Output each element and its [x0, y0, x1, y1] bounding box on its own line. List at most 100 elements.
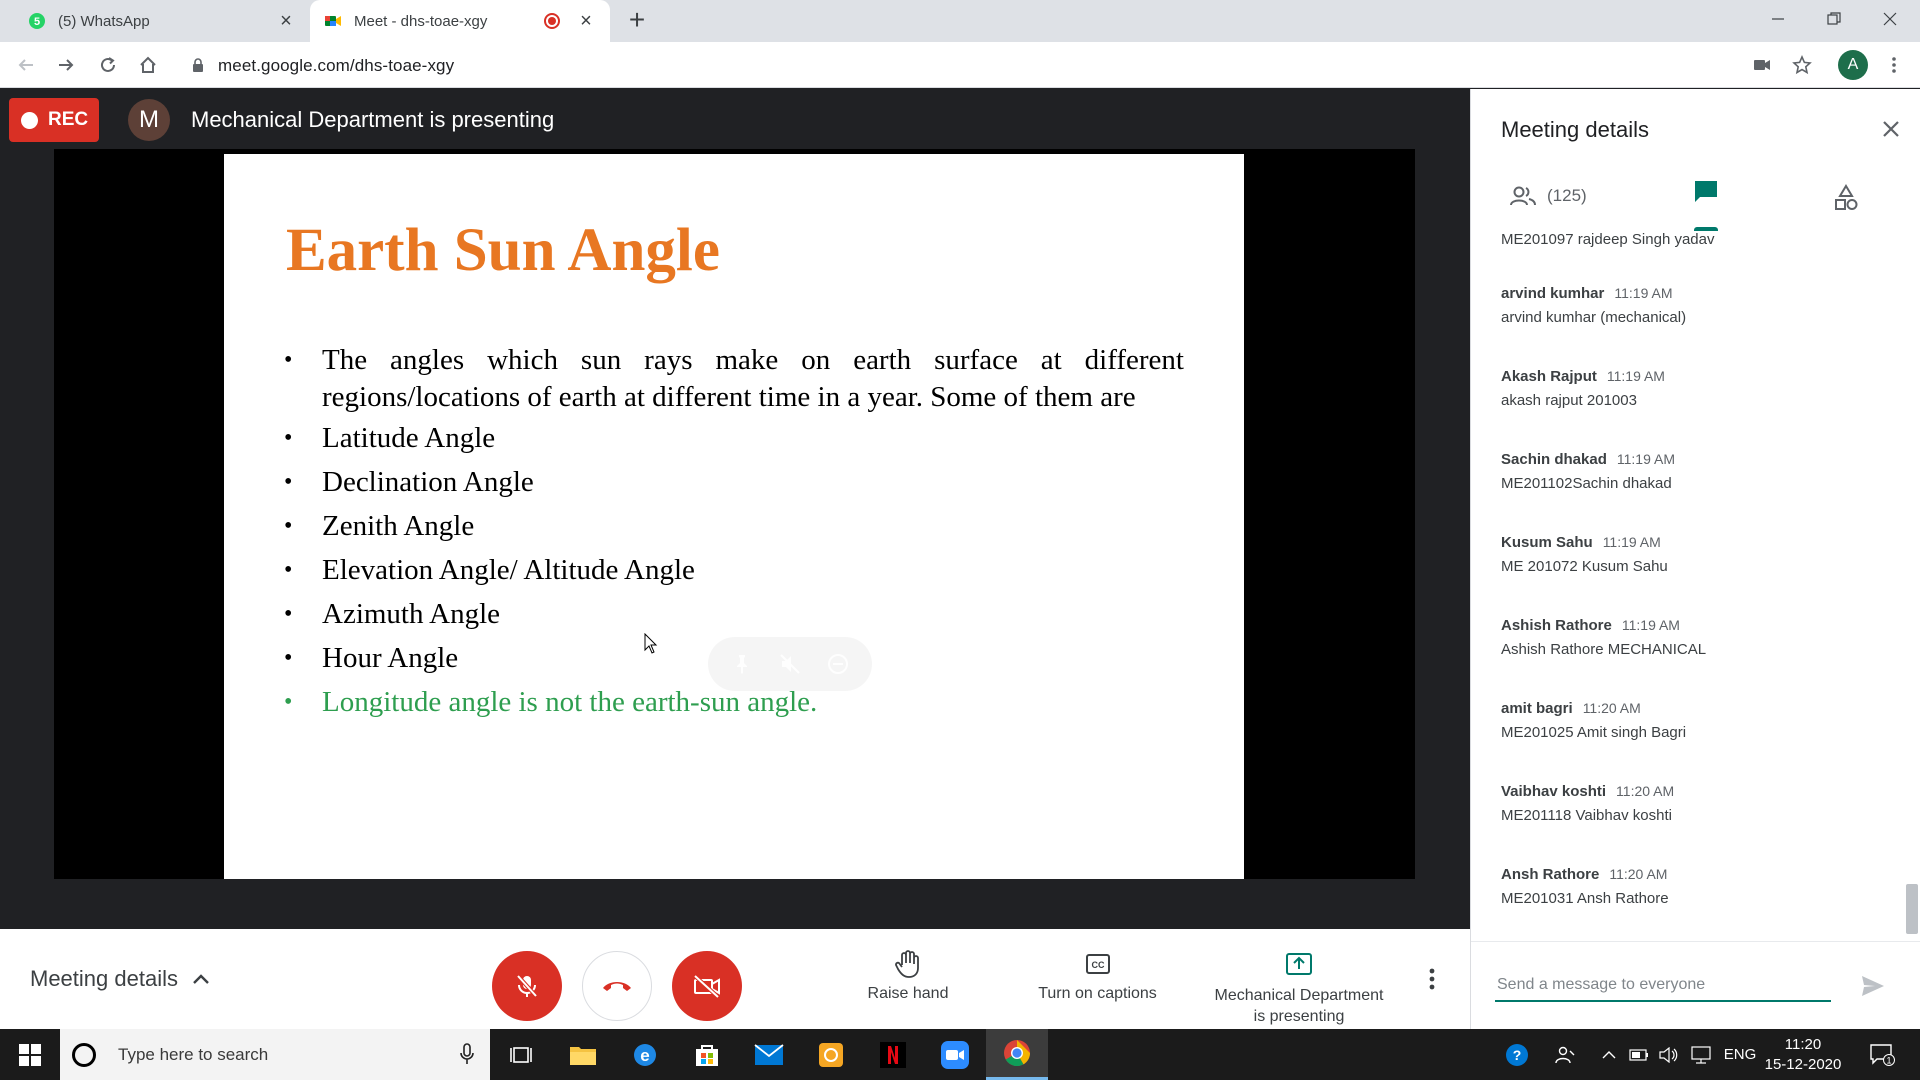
- tab-meet[interactable]: Meet - dhs-toae-xgy ×: [310, 0, 610, 42]
- send-icon[interactable]: [1859, 972, 1887, 1000]
- activities-shapes-icon[interactable]: [1831, 183, 1861, 213]
- message-time: 11:19 AM: [1621, 617, 1680, 633]
- camera-in-use-button[interactable]: [1746, 49, 1778, 81]
- mute-participant-icon[interactable]: [778, 652, 802, 676]
- tab-people[interactable]: (125): [1509, 185, 1587, 207]
- forward-button[interactable]: [50, 49, 82, 81]
- battery-indicator[interactable]: [1626, 1029, 1652, 1080]
- meeting-controls: Meeting details Raise hand CC Turn on ca…: [0, 929, 1470, 1029]
- camera-toggle-button[interactable]: [672, 951, 742, 1021]
- chat-message: Akash Rajput 11:19 AM akash rajput 201003: [1501, 368, 1881, 409]
- captions-button[interactable]: CC Turn on captions: [1025, 947, 1170, 1003]
- chat-message-input[interactable]: [1495, 970, 1831, 1002]
- store-button[interactable]: [676, 1029, 738, 1080]
- slide-bullet: The angles which sun rays make on earth …: [284, 342, 1184, 416]
- address-bar[interactable]: meet.google.com/dhs-toae-xgy: [178, 48, 1778, 82]
- close-tab-icon[interactable]: ×: [276, 11, 296, 31]
- message-text: ME 201072 Kusum Sahu: [1501, 558, 1668, 575]
- chat-compose: [1471, 941, 1920, 1029]
- edge-browser-button[interactable]: e: [614, 1029, 676, 1080]
- people-icon: [1555, 1046, 1575, 1063]
- slide-bullet: Declination Angle: [284, 464, 1184, 501]
- raise-hand-button[interactable]: Raise hand: [855, 947, 961, 1003]
- zoom-video-icon: [941, 1040, 969, 1069]
- input-language[interactable]: ENG: [1722, 1029, 1758, 1080]
- battery-icon: [1629, 1048, 1648, 1061]
- mail-button[interactable]: [738, 1029, 800, 1080]
- tab-whatsapp[interactable]: 5 (5) WhatsApp ×: [14, 0, 310, 42]
- message-time: 11:20 AM: [1582, 700, 1641, 716]
- chevron-up-icon: [1602, 1050, 1616, 1058]
- home-button[interactable]: [132, 49, 164, 81]
- reload-button[interactable]: [92, 49, 124, 81]
- chrome-button[interactable]: [986, 1029, 1048, 1080]
- message-text: ME201097 rajdeep Singh yadav: [1501, 231, 1715, 248]
- presenting-title: Mechanical Department is presenting: [191, 107, 555, 132]
- volume-button[interactable]: [1656, 1029, 1682, 1080]
- new-tab-button[interactable]: +: [622, 6, 652, 36]
- tab-chat[interactable]: [1681, 175, 1731, 231]
- pin-icon[interactable]: [730, 652, 754, 676]
- arrow-right-icon: [59, 59, 74, 71]
- message-text: arvind kumhar (mechanical): [1501, 309, 1687, 326]
- present-screen-icon: [1286, 953, 1312, 975]
- zoom-button[interactable]: [924, 1029, 986, 1080]
- leave-call-button[interactable]: [582, 951, 652, 1021]
- browser-menu-button[interactable]: [1878, 49, 1910, 81]
- browser-tab-bar: 5 (5) WhatsApp × Meet - dhs-toae-xgy × +: [0, 0, 1920, 42]
- folder-icon: [570, 1046, 596, 1065]
- chat-message-list: ME201097 rajdeep Singh yadav arvind kumh…: [1471, 231, 1911, 931]
- more-options-icon[interactable]: [1420, 963, 1444, 995]
- profile-avatar[interactable]: A: [1838, 50, 1868, 80]
- message-time: 11:19 AM: [1614, 285, 1673, 301]
- meeting-details-toggle[interactable]: Meeting details: [30, 929, 210, 1029]
- restore-button[interactable]: [1806, 0, 1862, 38]
- microphone-icon[interactable]: [460, 1043, 474, 1065]
- message-text: ME201118 Vaibhav koshti: [1501, 807, 1672, 824]
- close-tab-icon[interactable]: ×: [576, 11, 596, 31]
- network-ethernet-icon: [1691, 1045, 1711, 1064]
- svg-text:CC: CC: [1091, 960, 1104, 970]
- message-sender: Kusum Sahu: [1501, 534, 1593, 551]
- participant-strip: [0, 879, 1470, 929]
- whatsapp-icon: 5: [29, 13, 45, 29]
- close-window-button[interactable]: [1862, 0, 1918, 38]
- task-view-button[interactable]: [490, 1029, 552, 1080]
- taskbar-search[interactable]: Type here to search: [60, 1029, 490, 1080]
- file-explorer-button[interactable]: [552, 1029, 614, 1080]
- notification-icon: 1: [1870, 1043, 1895, 1066]
- captions-label: Turn on captions: [1038, 985, 1157, 1002]
- bookmark-button[interactable]: [1786, 49, 1818, 81]
- chat-message: Sachin dhakad 11:19 AM ME201102Sachin dha…: [1501, 451, 1881, 492]
- remove-participant-icon[interactable]: [826, 652, 850, 676]
- minimize-button[interactable]: [1750, 0, 1806, 38]
- message-text: ME201031 Ansh Rathore: [1501, 890, 1669, 907]
- meeting-details-panel: Meeting details (125) ME201097 rajdeep S…: [1470, 89, 1920, 1029]
- network-button[interactable]: [1688, 1029, 1714, 1080]
- kebab-menu-icon: [1892, 57, 1896, 73]
- netflix-button[interactable]: [862, 1029, 924, 1080]
- microphone-toggle-button[interactable]: [492, 951, 562, 1021]
- tab-label: (5) WhatsApp: [58, 12, 150, 30]
- present-button[interactable]: Mechanical Department is presenting: [1200, 947, 1398, 1027]
- microphone-off-icon: [516, 974, 538, 998]
- mouse-cursor-icon: [644, 633, 658, 654]
- app-tile-icon: [819, 1042, 843, 1067]
- chrome-icon: [1004, 1040, 1031, 1067]
- back-button[interactable]: [10, 49, 42, 81]
- start-button[interactable]: [0, 1029, 60, 1080]
- chat-scrollbar[interactable]: [1906, 884, 1918, 934]
- close-icon[interactable]: [1879, 117, 1903, 141]
- hang-up-icon: [603, 982, 631, 991]
- show-hidden-icons-button[interactable]: [1596, 1029, 1622, 1080]
- clock-time: 11:20: [1784, 1036, 1822, 1053]
- photos-app-button[interactable]: [800, 1029, 862, 1080]
- system-clock[interactable]: 11:20 15-12-2020: [1758, 1035, 1848, 1075]
- netflix-icon: [880, 1041, 906, 1068]
- message-sender: Ansh Rathore: [1501, 866, 1600, 883]
- browser-toolbar: meet.google.com/dhs-toae-xgy A: [0, 42, 1920, 88]
- help-button[interactable]: ?: [1500, 1029, 1534, 1080]
- chat-message: amit bagri 11:20 AM ME201025 Amit singh B…: [1501, 700, 1881, 741]
- action-center-button[interactable]: 1: [1862, 1029, 1902, 1080]
- people-button[interactable]: [1550, 1029, 1580, 1080]
